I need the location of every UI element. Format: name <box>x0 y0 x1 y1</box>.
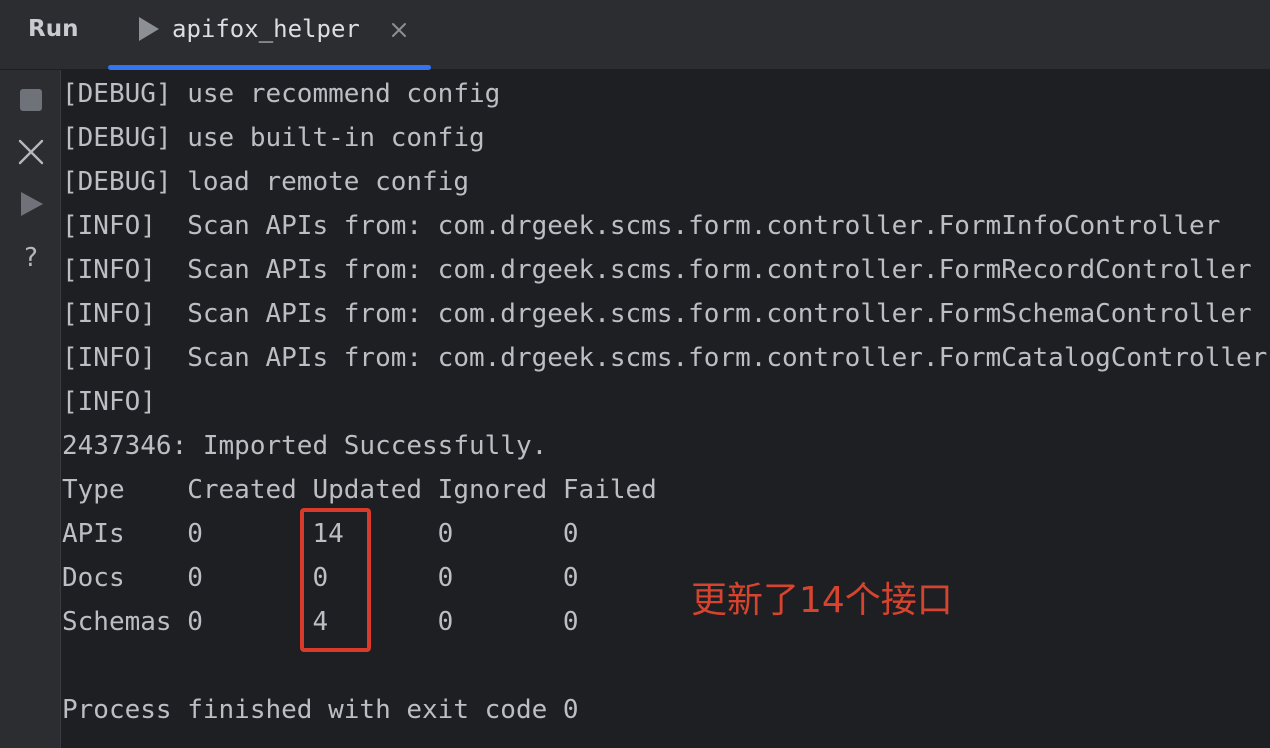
close-icon[interactable] <box>17 138 45 166</box>
console-line: [INFO] Scan APIs from: com.drgeek.scms.f… <box>62 343 1268 373</box>
close-tab-icon[interactable] <box>390 21 408 39</box>
run-toolbar: ? <box>0 70 60 748</box>
updated-column-highlight <box>300 508 371 652</box>
svg-text:?: ? <box>24 243 38 270</box>
console-output[interactable]: [DEBUG] use recommend config [DEBUG] use… <box>60 70 1270 748</box>
rerun-icon[interactable] <box>17 190 45 218</box>
run-tool-window-header: Run apifox_helper <box>0 0 1270 70</box>
console-line: 2437346: Imported Successfully. <box>62 431 548 461</box>
stop-icon[interactable] <box>17 86 45 114</box>
console-line: [INFO] Scan APIs from: com.drgeek.scms.f… <box>62 211 1221 241</box>
console-line: [INFO] <box>62 387 156 417</box>
console-line: Type Created Updated Ignored Failed <box>62 475 657 505</box>
console-line: [DEBUG] load remote config <box>62 167 469 197</box>
console-line: [INFO] Scan APIs from: com.drgeek.scms.f… <box>62 299 1252 329</box>
annotation-label: 更新了14个接口 <box>691 580 953 621</box>
help-icon[interactable]: ? <box>17 242 45 270</box>
console-line: [DEBUG] use built-in config <box>62 123 485 153</box>
run-label: Run <box>28 16 79 42</box>
play-icon <box>139 17 159 41</box>
console-line: [INFO] Scan APIs from: com.drgeek.scms.f… <box>62 255 1252 285</box>
tab-label: apifox_helper <box>172 15 360 43</box>
tab-apifox-helper[interactable]: apifox_helper <box>108 0 431 70</box>
console-line: [DEBUG] use recommend config <box>62 79 501 109</box>
console-line: Process finished with exit code 0 <box>62 695 579 725</box>
